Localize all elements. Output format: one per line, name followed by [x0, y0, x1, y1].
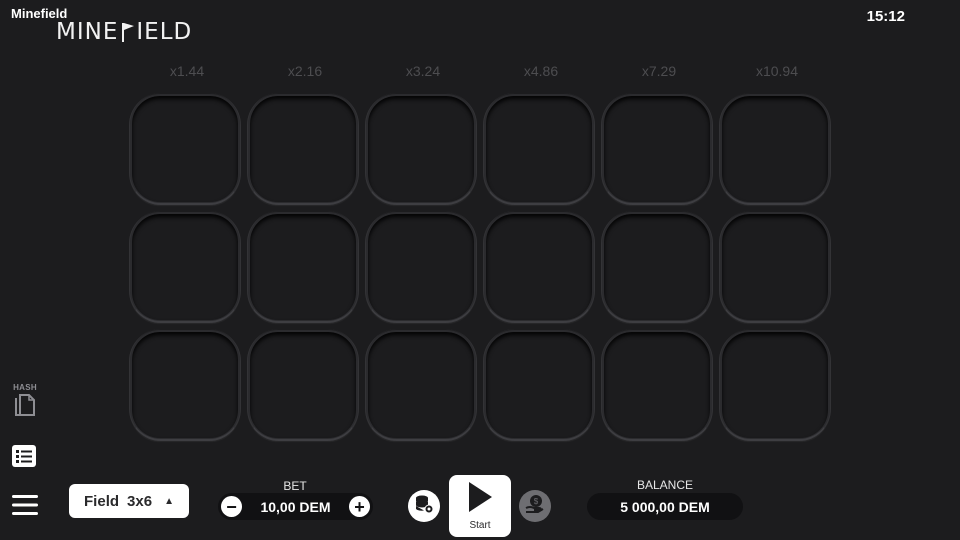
field-select-label: Field	[84, 492, 120, 510]
balance-label: BALANCE	[636, 478, 694, 492]
hash-label: HASH	[13, 383, 37, 392]
grid-cell[interactable]	[247, 329, 359, 441]
flag-icon	[119, 21, 135, 43]
list-icon[interactable]	[11, 444, 37, 473]
clock: 15:12	[866, 8, 905, 25]
grid-cell[interactable]	[719, 329, 831, 441]
increase-bet-button[interactable]: +	[348, 496, 370, 517]
svg-text:$: $	[534, 497, 539, 506]
caret-up-icon: ▲	[164, 495, 174, 507]
grid-cell[interactable]	[483, 93, 595, 205]
field-select-value: 3x6	[127, 492, 153, 510]
bet-control: − 10,00 DEM +	[218, 493, 373, 520]
multiplier-label: x1.44	[169, 63, 205, 79]
bet-label: BET	[283, 479, 307, 493]
grid-cell[interactable]	[601, 329, 713, 441]
balance-value: 5 000,00 DEM	[587, 493, 743, 520]
multiplier-label: x10.94	[755, 63, 799, 79]
decrease-bet-button[interactable]: −	[221, 496, 242, 517]
grid-cell[interactable]	[601, 93, 713, 205]
grid-cell[interactable]	[719, 211, 831, 323]
coins-gear-icon	[413, 493, 435, 520]
multiplier-label: x3.24	[405, 63, 441, 79]
grid-cell[interactable]	[365, 329, 477, 441]
grid-cell[interactable]	[719, 93, 831, 205]
hamburger-menu-icon[interactable]	[11, 493, 39, 522]
multiplier-row: x1.44 x2.16 x3.24 x4.86 x7.29 x10.94	[128, 63, 836, 79]
bet-value: 10,00 DEM	[260, 498, 331, 515]
copy-document-icon	[13, 392, 37, 423]
multiplier-label: x4.86	[523, 63, 559, 79]
grid-cell[interactable]	[601, 211, 713, 323]
grid-cell[interactable]	[365, 211, 477, 323]
game-logo: MINE IELD	[56, 19, 192, 45]
coins-settings-button[interactable]	[408, 490, 440, 522]
grid-cell[interactable]	[129, 211, 241, 323]
game-screen: Minefield 15:12 MINE IELD x1.44 x2.16 x3…	[0, 0, 960, 540]
minefield-grid	[129, 93, 831, 441]
grid-cell[interactable]	[483, 211, 595, 323]
grid-cell[interactable]	[129, 329, 241, 441]
play-icon	[467, 481, 493, 518]
logo-text-end: IELD	[136, 19, 193, 45]
field-size-select[interactable]: Field 3x6 ▲	[69, 484, 189, 518]
multiplier-label: x2.16	[287, 63, 323, 79]
hand-coin-icon: $	[524, 493, 546, 520]
grid-cell[interactable]	[365, 93, 477, 205]
start-button[interactable]: Start	[449, 475, 511, 537]
logo-text-start: MINE	[56, 19, 119, 45]
grid-cell[interactable]	[247, 93, 359, 205]
grid-cell[interactable]	[129, 93, 241, 205]
cashout-button[interactable]: $	[519, 490, 551, 522]
hash-button[interactable]: HASH	[11, 383, 39, 423]
start-label: Start	[469, 520, 491, 531]
grid-cell[interactable]	[247, 211, 359, 323]
grid-cell[interactable]	[483, 329, 595, 441]
multiplier-label: x7.29	[641, 63, 677, 79]
